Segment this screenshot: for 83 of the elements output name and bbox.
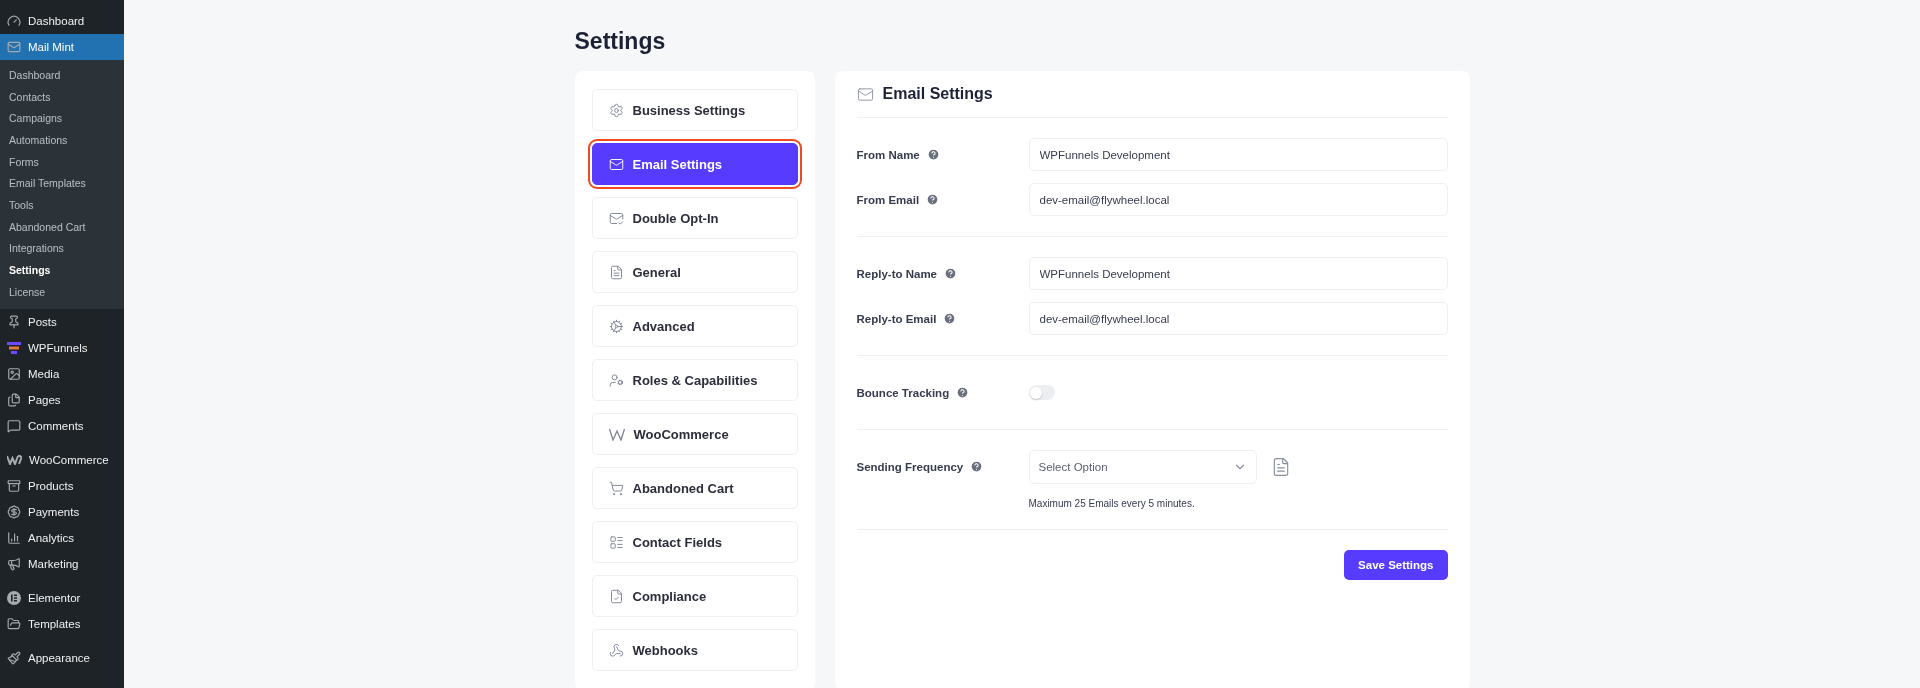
sidebar-item[interactable]: Payments bbox=[0, 498, 124, 525]
funnel-icon bbox=[7, 341, 21, 354]
help-icon[interactable] bbox=[956, 386, 970, 399]
sidebar-item[interactable]: Posts bbox=[0, 308, 124, 335]
settings-nav-item[interactable]: Business Settings bbox=[591, 89, 798, 131]
sidebar-item[interactable]: Templates bbox=[0, 610, 124, 637]
submenu-item[interactable]: Abandoned Cart bbox=[0, 215, 124, 238]
sidebar-item[interactable]: Comments bbox=[0, 412, 124, 439]
submenu-item[interactable]: Forms bbox=[0, 150, 124, 173]
text-field[interactable]: WPFunnels Development bbox=[1028, 257, 1448, 290]
w-logo-icon bbox=[7, 454, 22, 465]
submenu-item[interactable]: License bbox=[0, 280, 124, 303]
help-icon[interactable] bbox=[926, 193, 940, 206]
paintbrush-icon bbox=[7, 650, 21, 665]
comment-icon bbox=[7, 418, 21, 433]
sidebar-item[interactable]: WPFunnels bbox=[0, 334, 124, 361]
pages-icon bbox=[7, 392, 21, 407]
panel-title: Email Settings bbox=[882, 85, 993, 103]
help-icon[interactable] bbox=[943, 312, 957, 325]
toggle-switch[interactable] bbox=[1028, 385, 1055, 400]
sidebar-item[interactable]: Mail Mint bbox=[0, 34, 124, 60]
cart-icon bbox=[608, 480, 624, 496]
settings-nav-item[interactable]: Webhooks bbox=[591, 629, 798, 671]
submenu-item[interactable]: Contacts bbox=[0, 85, 124, 108]
megaphone-icon bbox=[7, 556, 21, 571]
settings-nav-item[interactable]: Abandoned Cart bbox=[591, 467, 798, 509]
sidebar-item[interactable]: Elementor bbox=[0, 584, 124, 611]
bar-chart-icon bbox=[7, 530, 21, 545]
save-button[interactable]: Save Settings bbox=[1344, 550, 1448, 580]
sidebar-item[interactable]: Appearance bbox=[0, 644, 124, 671]
sidebar-item[interactable]: Analytics bbox=[0, 524, 124, 551]
settings-nav-item[interactable]: Roles & Capabilities bbox=[591, 359, 798, 401]
settings-nav-item[interactable]: Compliance bbox=[591, 575, 798, 617]
document-icon bbox=[608, 264, 624, 280]
envelope-icon bbox=[608, 156, 624, 172]
envelope-icon bbox=[7, 40, 21, 54]
folder-icon bbox=[7, 616, 21, 631]
webhook-icon bbox=[608, 642, 624, 658]
sidebar-item[interactable]: Media bbox=[0, 360, 124, 387]
text-field[interactable]: dev-email@flywheel.local bbox=[1028, 183, 1448, 216]
sidebar-item[interactable]: WooCommerce bbox=[0, 446, 124, 473]
envelope-icon bbox=[856, 85, 874, 103]
settings-nav-item[interactable]: Double Opt-In bbox=[591, 197, 798, 239]
submenu-item[interactable]: Campaigns bbox=[0, 107, 124, 130]
help-icon[interactable] bbox=[944, 267, 958, 280]
field-label: Sending Frequency bbox=[856, 460, 964, 473]
document-check-icon bbox=[608, 588, 624, 604]
text-field[interactable]: WPFunnels Development bbox=[1028, 138, 1448, 171]
select-dropdown[interactable]: Select Option bbox=[1028, 450, 1257, 484]
gear-icon bbox=[608, 102, 624, 118]
submenu-item[interactable]: Integrations bbox=[0, 237, 124, 260]
help-icon[interactable] bbox=[970, 460, 984, 473]
settings-nav-item[interactable]: Contact Fields bbox=[591, 521, 798, 563]
sidebar-item[interactable]: Marketing bbox=[0, 550, 124, 577]
settings-nav-item[interactable]: Advanced bbox=[591, 305, 798, 347]
field-label: Reply-to Email bbox=[856, 312, 937, 325]
help-icon[interactable] bbox=[926, 148, 940, 161]
e-logo-icon bbox=[7, 590, 21, 605]
envelope-check-icon bbox=[608, 210, 624, 226]
help-text: Maximum 25 Emails every 5 minutes. bbox=[1028, 498, 1196, 509]
box-icon bbox=[7, 478, 21, 493]
field-label: From Email bbox=[856, 193, 920, 206]
submenu-item[interactable]: Dashboard bbox=[0, 64, 124, 86]
text-field[interactable]: dev-email@flywheel.local bbox=[1028, 302, 1448, 335]
dashboard-icon bbox=[7, 14, 21, 28]
form-icon bbox=[608, 534, 624, 550]
settings-nav-item[interactable]: WooCommerce bbox=[591, 413, 798, 455]
media-icon bbox=[7, 366, 21, 381]
sidebar-item[interactable]: Pages bbox=[0, 386, 124, 413]
submenu-item[interactable]: Tools bbox=[0, 194, 124, 216]
sidebar-item[interactable]: Dashboard bbox=[0, 8, 124, 34]
submenu-item[interactable]: Automations bbox=[0, 129, 124, 151]
pin-icon bbox=[7, 314, 21, 329]
w-logo-icon bbox=[608, 427, 625, 441]
field-label: From Name bbox=[856, 148, 920, 161]
dollar-icon bbox=[7, 504, 21, 519]
settings-nav-item[interactable]: General bbox=[591, 251, 798, 293]
submenu-item[interactable]: Email Templates bbox=[0, 172, 124, 195]
submenu-item[interactable]: Settings bbox=[0, 259, 124, 281]
field-label: Bounce Tracking bbox=[856, 386, 950, 399]
sidebar-item[interactable]: Products bbox=[0, 472, 124, 499]
field-label: Reply-to Name bbox=[856, 267, 938, 280]
page-title: Settings bbox=[574, 28, 667, 55]
